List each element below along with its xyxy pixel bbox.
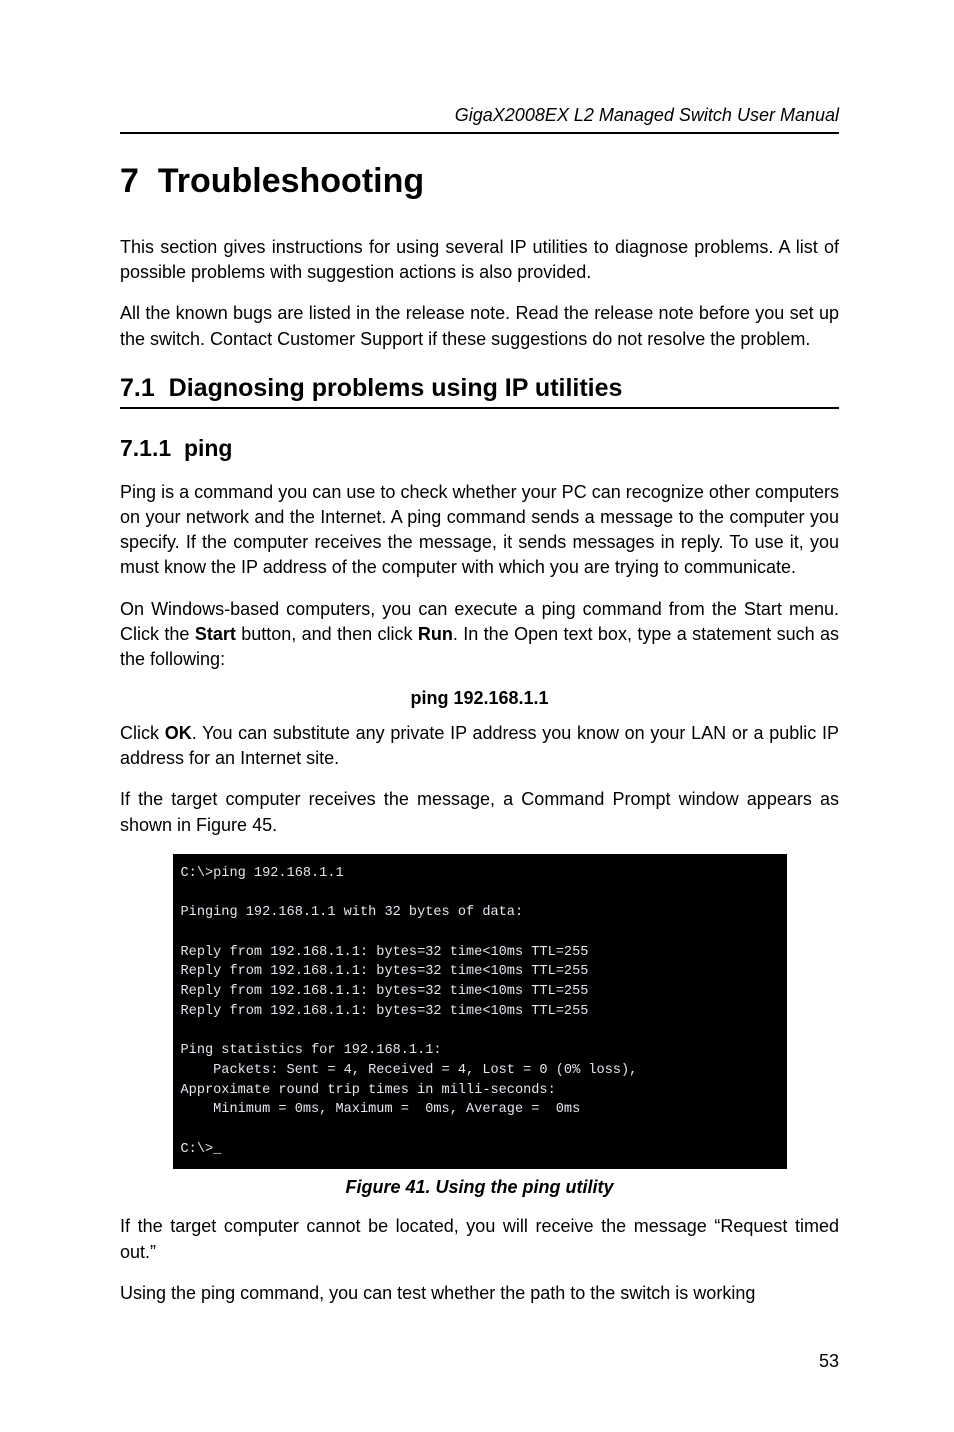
running-header: GigaX2008EX L2 Managed Switch User Manua… (120, 105, 839, 134)
figure-caption: Figure 41. Using the ping utility (120, 1177, 839, 1198)
ok-label: OK (165, 723, 192, 743)
subsection-title: ping (184, 435, 233, 461)
chapter-heading: 7 Troubleshooting (120, 162, 839, 201)
section-title: Diagnosing problems using IP utilities (169, 374, 623, 402)
section-7-1-heading: 7.1 Diagnosing problems using IP utiliti… (120, 374, 839, 409)
intro-para-2: All the known bugs are listed in the rel… (120, 301, 839, 351)
section-7-1-1-heading: 7.1.1 ping (120, 435, 839, 462)
section-number: 7.1 (120, 374, 155, 402)
terminal-screenshot: C:\>ping 192.168.1.1 Pinging 192.168.1.1… (173, 854, 787, 1170)
ping-para-2: On Windows-based computers, you can exec… (120, 597, 839, 673)
ping-para-4: If the target computer receives the mess… (120, 787, 839, 837)
text-run: . You can substitute any private IP addr… (120, 723, 839, 768)
run-label: Run (418, 624, 453, 644)
ping-para-3: Click OK. You can substitute any private… (120, 721, 839, 771)
ping-command: ping 192.168.1.1 (120, 688, 839, 709)
ping-para-1: Ping is a command you can use to check w… (120, 480, 839, 581)
intro-para-1: This section gives instructions for usin… (120, 235, 839, 285)
page-number: 53 (819, 1351, 839, 1372)
chapter-number: 7 (120, 162, 139, 200)
chapter-title: Troubleshooting (158, 162, 424, 200)
text-run: Click (120, 723, 165, 743)
ping-para-6: Using the ping command, you can test whe… (120, 1281, 839, 1306)
ping-para-5: If the target computer cannot be located… (120, 1214, 839, 1264)
subsection-number: 7.1.1 (120, 435, 171, 461)
start-label: Start (195, 624, 236, 644)
text-run: button, and then click (236, 624, 418, 644)
